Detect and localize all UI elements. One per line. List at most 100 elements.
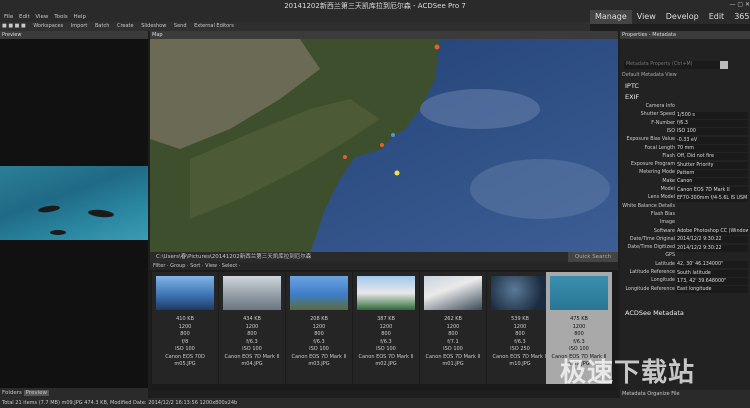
- metadata-view-select[interactable]: Default Metadata View: [622, 73, 677, 78]
- thumbnail-item[interactable]: 539 KB 1200 800 f/6.3 ISO 250 Canon EOS 7D Ma…: [487, 272, 553, 384]
- menu-edit[interactable]: Edit: [19, 14, 30, 20]
- map-pin[interactable]: [343, 155, 347, 159]
- metadata-value[interactable]: ISO 100: [676, 128, 748, 136]
- thumbnail-image: [156, 276, 214, 310]
- menu-view[interactable]: View: [35, 14, 48, 20]
- toolbar-workspaces[interactable]: Workspaces: [33, 23, 63, 29]
- map-view[interactable]: [150, 39, 618, 252]
- metadata-row: White Balance Details: [620, 203, 750, 211]
- quick-search-input[interactable]: Quick Search: [568, 252, 618, 262]
- path-bar: C:\Users\春\Pictures\20141202新西兰第三天凯库拉到厄尔…: [150, 252, 618, 262]
- metadata-row: ISO ISO 100: [620, 128, 750, 136]
- mode-tabs: Manage View Develop Edit 365: [590, 10, 750, 24]
- dolphin-shape: [87, 208, 115, 219]
- metadata-value[interactable]: Canon: [676, 178, 748, 186]
- metadata-key: Focal Length: [644, 145, 675, 151]
- metadata-row: Model Canon EOS 7D Mark II: [620, 186, 750, 194]
- map-pin[interactable]: [391, 133, 395, 137]
- toolbar-slideshow[interactable]: Slideshow: [141, 23, 166, 29]
- metadata-value[interactable]: Shutter Priority: [676, 161, 748, 169]
- thumbnail-item[interactable]: 262 KB 1200 800 f/7.1 ISO 100 Canon EOS 7D Ma…: [420, 272, 486, 384]
- metadata-value[interactable]: Pattern: [676, 169, 748, 177]
- metadata-value[interactable]: 70 mm: [676, 145, 748, 152]
- status-bar: Total 21 items (7.7 MB) m09.JPG 474.3 KB…: [0, 398, 750, 408]
- metadata-row: Latitude 42, 30' 46.134000": [620, 261, 750, 269]
- metadata-row: Flash Bias: [620, 211, 750, 219]
- filter-bar[interactable]: Filter · Group · Sort · View · Select ·: [150, 262, 618, 270]
- properties-header: Properties - Metadata: [620, 31, 750, 39]
- toolbar-send[interactable]: Send: [174, 23, 187, 29]
- menu-tools[interactable]: Tools: [54, 14, 68, 20]
- menu-file[interactable]: File: [4, 14, 13, 20]
- metadata-key: Latitude: [655, 261, 675, 267]
- metadata-row: Software Adobe Photoshop CC (Windows): [620, 228, 750, 236]
- folder-path[interactable]: C:\Users\春\Pictures\20141202新西兰第三天凯库拉到厄尔…: [156, 254, 311, 260]
- metadata-value[interactable]: 42, 30' 46.134000": [676, 261, 748, 269]
- thumbnail-image: [223, 276, 281, 310]
- metadata-key: White Balance Details: [622, 203, 675, 209]
- metadata-row: Date/Time Digitized 2014/12/2 9:30:22: [620, 244, 750, 252]
- map-header: Map: [150, 31, 618, 39]
- menu-help[interactable]: Help: [74, 14, 87, 20]
- metadata-search-input[interactable]: Metadata Property (Ctrl+M): [624, 61, 724, 69]
- thumbnail-image: [357, 276, 415, 310]
- toolbar-external-editors[interactable]: External Editors: [194, 23, 234, 29]
- metadata-view-icon[interactable]: [720, 61, 728, 69]
- map-pin[interactable]: [434, 44, 440, 50]
- map-panel[interactable]: Map: [150, 31, 618, 252]
- mode-view[interactable]: View: [632, 10, 661, 24]
- metadata-value[interactable]: East longitude: [676, 286, 748, 294]
- section-iptc[interactable]: IPTC: [625, 82, 639, 90]
- metadata-value[interactable]: Off, Did not fire: [676, 153, 748, 161]
- metadata-value[interactable]: EF70-300mm f/4-5.6L IS USM: [676, 194, 748, 202]
- map-pin-selected[interactable]: [394, 170, 400, 176]
- metadata-key: Metering Mode: [639, 170, 675, 176]
- metadata-value[interactable]: South latitude: [676, 269, 748, 277]
- metadata-value[interactable]: f/6.3: [676, 120, 748, 128]
- preview-header: Preview: [0, 31, 148, 39]
- metadata-key: Software: [653, 228, 675, 234]
- metadata-row: Metering Mode Pattern: [620, 169, 750, 177]
- metadata-key: Camera Info: [645, 104, 675, 109]
- thumbnail-item[interactable]: 208 KB 1200 800 f/6.3 ISO 100 Canon EOS 7D Ma…: [286, 272, 352, 384]
- map-pin[interactable]: [380, 143, 384, 147]
- thumbnail-item[interactable]: 387 KB 1200 800 f/6.3 ISO 100 Canon EOS 7D Ma…: [353, 272, 419, 384]
- mode-develop[interactable]: Develop: [661, 10, 704, 24]
- metadata-value[interactable]: Canon EOS 7D Mark II: [676, 186, 748, 194]
- metadata-key: Date/Time Original: [629, 236, 675, 242]
- metadata-value[interactable]: 2014/12/2 9:30:22: [676, 244, 748, 252]
- toolbar-batch[interactable]: Batch: [95, 23, 109, 29]
- metadata-value[interactable]: Adobe Photoshop CC (Windows): [676, 228, 748, 235]
- mode-manage[interactable]: Manage: [590, 10, 632, 24]
- mode-365[interactable]: 365: [729, 10, 750, 24]
- section-exif[interactable]: EXIF: [625, 93, 639, 101]
- metadata-value[interactable]: -0.33 eV: [676, 136, 748, 144]
- metadata-row: F-Number f/6.3: [620, 120, 750, 128]
- metadata-key: Make: [662, 178, 675, 184]
- properties-panel: Properties - Metadata Metadata Property …: [620, 31, 750, 390]
- metadata-key: Flash Bias: [650, 211, 675, 217]
- metadata-row: Shutter Speed 1/500 s: [620, 111, 750, 119]
- tab-folders[interactable]: Folders: [2, 390, 22, 396]
- metadata-value[interactable]: 173, 42' 39.648000": [676, 277, 748, 285]
- thumbnail-item[interactable]: 434 KB 1200 800 f/6.3 ISO 100 Canon EOS 7D Ma…: [219, 272, 285, 384]
- toolbar: ■ ■ ■ ■ Workspaces Import Batch Create S…: [0, 22, 590, 31]
- window-controls[interactable]: — ▢ ✕: [720, 0, 750, 10]
- toolbar-import[interactable]: Import: [71, 23, 88, 29]
- tab-preview[interactable]: Preview: [23, 390, 50, 396]
- mode-edit[interactable]: Edit: [704, 10, 730, 24]
- layout-icons[interactable]: ■ ■ ■ ■: [2, 23, 26, 29]
- thumbnail-item[interactable]: 410 KB 1200 800 f/8 ISO 100 Canon EOS 70D m05.…: [152, 272, 218, 384]
- section-acdsee-metadata[interactable]: ACDSee Metadata: [625, 309, 684, 317]
- metadata-row: Exposure Bias Value -0.33 eV: [620, 136, 750, 144]
- thumbnail-image: [424, 276, 482, 310]
- metadata-row: Date/Time Original 2014/12/2 9:30:22: [620, 236, 750, 244]
- metadata-row: Flash Off, Did not fire: [620, 153, 750, 161]
- metadata-row: Longitude Reference East longitude: [620, 286, 750, 294]
- thumbnail-grid: 410 KB 1200 800 f/8 ISO 100 Canon EOS 70D m05.…: [150, 270, 618, 390]
- metadata-value[interactable]: 1/500 s: [676, 111, 748, 119]
- toolbar-create[interactable]: Create: [117, 23, 134, 29]
- metadata-row: GPS: [620, 252, 750, 260]
- metadata-value[interactable]: 2014/12/2 9:30:22: [676, 236, 748, 244]
- metadata-row: Lens Model EF70-300mm f/4-5.6L IS USM: [620, 194, 750, 202]
